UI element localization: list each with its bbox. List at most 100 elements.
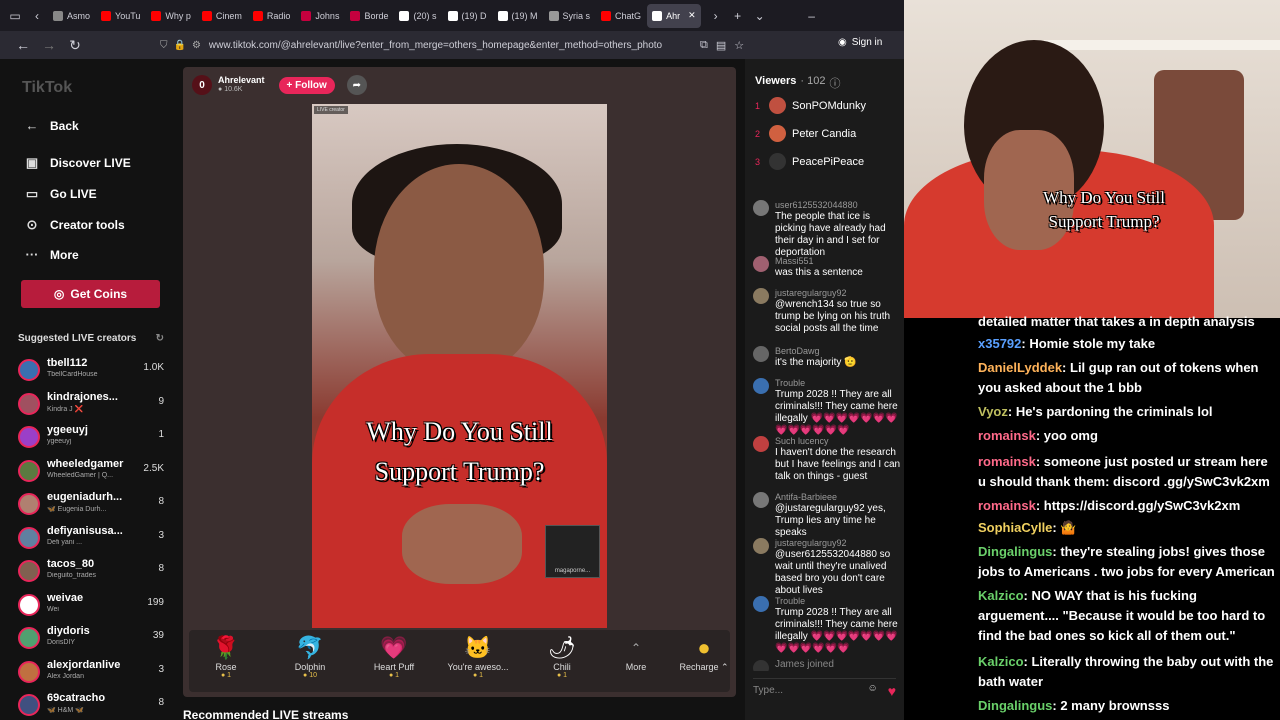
- suggested-creator[interactable]: defiyanisusa... Defi yani ... 3: [18, 523, 164, 553]
- message-user[interactable]: Trouble: [775, 377, 903, 389]
- tab-list-icon[interactable]: ⌄: [749, 4, 771, 28]
- avatar[interactable]: [753, 660, 769, 671]
- avatar[interactable]: [18, 660, 40, 683]
- gift-item[interactable]: 💗 Heart Puff ● 1: [359, 634, 429, 679]
- suggested-creator[interactable]: tacos_80 Dieguito_trades 8: [18, 556, 164, 586]
- message-user[interactable]: Massi551: [775, 255, 903, 267]
- get-coins-button[interactable]: ◎ Get Coins: [21, 280, 160, 308]
- heart-icon[interactable]: ♥: [888, 683, 896, 699]
- browser-tab[interactable]: Asmo: [48, 4, 95, 28]
- avatar[interactable]: [753, 378, 769, 394]
- avatar[interactable]: [18, 392, 40, 415]
- refresh-icon[interactable]: ↻: [156, 333, 164, 344]
- gift-item[interactable]: 🐱 You're aweso... ● 1: [443, 634, 513, 679]
- message-user[interactable]: justaregularguy92: [775, 537, 903, 549]
- suggested-creator[interactable]: alexjordanlive Alex Jordan 3: [18, 657, 164, 687]
- message-user[interactable]: Such lucency: [775, 435, 903, 447]
- suggested-creator[interactable]: kindrajones... Kindra J ❌ 9: [18, 389, 164, 419]
- avatar[interactable]: [753, 288, 769, 304]
- avatar[interactable]: [18, 560, 40, 582]
- live-video[interactable]: LIVE creator Why Do You Still Support Tru…: [312, 104, 607, 628]
- info-icon[interactable]: ⓘ: [829, 75, 840, 91]
- browser-tab[interactable]: Cinem: [197, 4, 247, 28]
- browser-tab[interactable]: ChatG: [596, 4, 646, 28]
- browser-tab[interactable]: Syria s: [544, 4, 596, 28]
- message-user[interactable]: user6125532044880: [775, 199, 903, 211]
- streamer-avatar[interactable]: 0: [192, 75, 212, 95]
- tiktok-logo[interactable]: TikTok: [22, 79, 72, 97]
- reader-view-icon[interactable]: ▤: [716, 39, 726, 52]
- address-bar[interactable]: ⛉ 🔒 ⚙ www.tiktok.com/@ahrelevant/live?ente…: [160, 34, 760, 56]
- avatar[interactable]: [753, 200, 769, 216]
- message-user[interactable]: justaregularguy92: [775, 287, 903, 299]
- suggested-creator[interactable]: eugeniadurh... 🦋 Eugenia Durh... 8: [18, 489, 164, 519]
- suggested-creator[interactable]: wheeledgamer WheeledGamer | Q... 2.5K: [18, 456, 164, 486]
- more-gifts-button[interactable]: ⌃ More: [601, 634, 671, 672]
- avatar[interactable]: [753, 256, 769, 272]
- avatar[interactable]: [753, 436, 769, 452]
- streamer-name[interactable]: Ahrelevant: [218, 75, 265, 85]
- suggested-creator[interactable]: ygeeuyj ygeeuyj 1: [18, 422, 164, 452]
- emoji-icon[interactable]: ☺: [867, 683, 877, 699]
- nav-creator-tools[interactable]: ⊙ Creator tools: [24, 217, 125, 233]
- nav-more[interactable]: ··· More: [24, 247, 79, 262]
- close-tab-icon[interactable]: ✕: [688, 10, 696, 21]
- suggested-creator[interactable]: diydoris DorisDIY 39: [18, 623, 164, 653]
- avatar[interactable]: [18, 359, 40, 381]
- back-arrow-icon[interactable]: ←: [10, 37, 36, 53]
- nav-discover-live[interactable]: ▣ Discover LIVE: [24, 155, 131, 171]
- avatar[interactable]: [753, 538, 769, 554]
- message-user[interactable]: Antifa-Barbieee: [775, 491, 903, 503]
- avatar[interactable]: [18, 593, 40, 616]
- promo-badge[interactable]: magaporne...: [545, 525, 600, 578]
- message-user[interactable]: BertoDawg: [775, 345, 903, 357]
- browser-tab[interactable]: (19) D: [443, 4, 492, 28]
- nav-go-live[interactable]: ▭ Go LIVE: [24, 186, 97, 202]
- url-text[interactable]: www.tiktok.com/@ahrelevant/live?enter_fr…: [209, 40, 669, 51]
- tab-overview-icon[interactable]: ▭: [4, 4, 26, 28]
- browser-tab[interactable]: YouTu: [96, 4, 145, 28]
- avatar[interactable]: [18, 426, 40, 448]
- avatar[interactable]: [753, 492, 769, 508]
- reload-icon[interactable]: ↻: [62, 37, 88, 54]
- gift-item[interactable]: 🌶 Chili ● 1: [527, 634, 597, 679]
- tabs-scroll-right-icon[interactable]: ›: [705, 4, 727, 28]
- tabs-scroll-left-icon[interactable]: ‹: [26, 4, 48, 28]
- browser-tab[interactable]: (19) M: [493, 4, 543, 28]
- back-link[interactable]: ← Back: [24, 118, 79, 133]
- avatar[interactable]: [18, 694, 40, 716]
- follow-button[interactable]: + Follow: [278, 76, 335, 94]
- top-viewer[interactable]: 2 Peter Candia: [755, 125, 856, 142]
- suggested-creator[interactable]: 69catracho 🦋 H&M 🦋 8: [18, 690, 164, 720]
- picture-in-picture-icon[interactable]: ⧉: [700, 39, 708, 52]
- chat-input[interactable]: Type... ☺ ♥: [753, 678, 896, 702]
- shield-icon[interactable]: ⛉: [160, 40, 168, 51]
- avatar[interactable]: [753, 596, 769, 612]
- message-user[interactable]: Trouble: [775, 595, 903, 607]
- avatar[interactable]: [18, 459, 40, 482]
- browser-tab[interactable]: Ahr ✕: [647, 3, 701, 28]
- top-viewer[interactable]: 1 SonPOMdunky: [755, 97, 866, 114]
- browser-tab[interactable]: Radio: [248, 4, 296, 28]
- browser-tab[interactable]: Why p: [146, 4, 196, 28]
- avatar[interactable]: [18, 526, 40, 549]
- permissions-icon[interactable]: ⚙: [192, 40, 201, 51]
- avatar[interactable]: [18, 627, 40, 649]
- minimize-icon[interactable]: –: [801, 4, 823, 28]
- browser-tab[interactable]: Borde: [345, 4, 393, 28]
- browser-tab[interactable]: (20) s: [394, 4, 441, 28]
- suggested-creator[interactable]: weivae Wei 199: [18, 590, 164, 620]
- avatar[interactable]: [753, 346, 769, 362]
- gift-item[interactable]: 🌹 Rose ● 1: [191, 634, 261, 679]
- sign-in-button[interactable]: ◉ Sign in: [838, 37, 882, 48]
- new-tab-icon[interactable]: +: [727, 4, 749, 28]
- suggested-creator[interactable]: tbell112 TbellCardHouse 1.0K: [18, 355, 164, 385]
- forward-arrow-icon[interactable]: →: [36, 37, 62, 53]
- recharge-button[interactable]: ● Recharge ⌃: [669, 634, 739, 673]
- browser-tab[interactable]: Johns: [296, 4, 344, 28]
- gift-item[interactable]: 🐬 Dolphin ● 10: [275, 634, 345, 679]
- top-viewer[interactable]: 3 PeacePiPeace: [755, 153, 864, 170]
- avatar[interactable]: [18, 493, 40, 515]
- bookmark-star-icon[interactable]: ☆: [734, 39, 744, 52]
- share-icon[interactable]: ➦: [346, 75, 367, 95]
